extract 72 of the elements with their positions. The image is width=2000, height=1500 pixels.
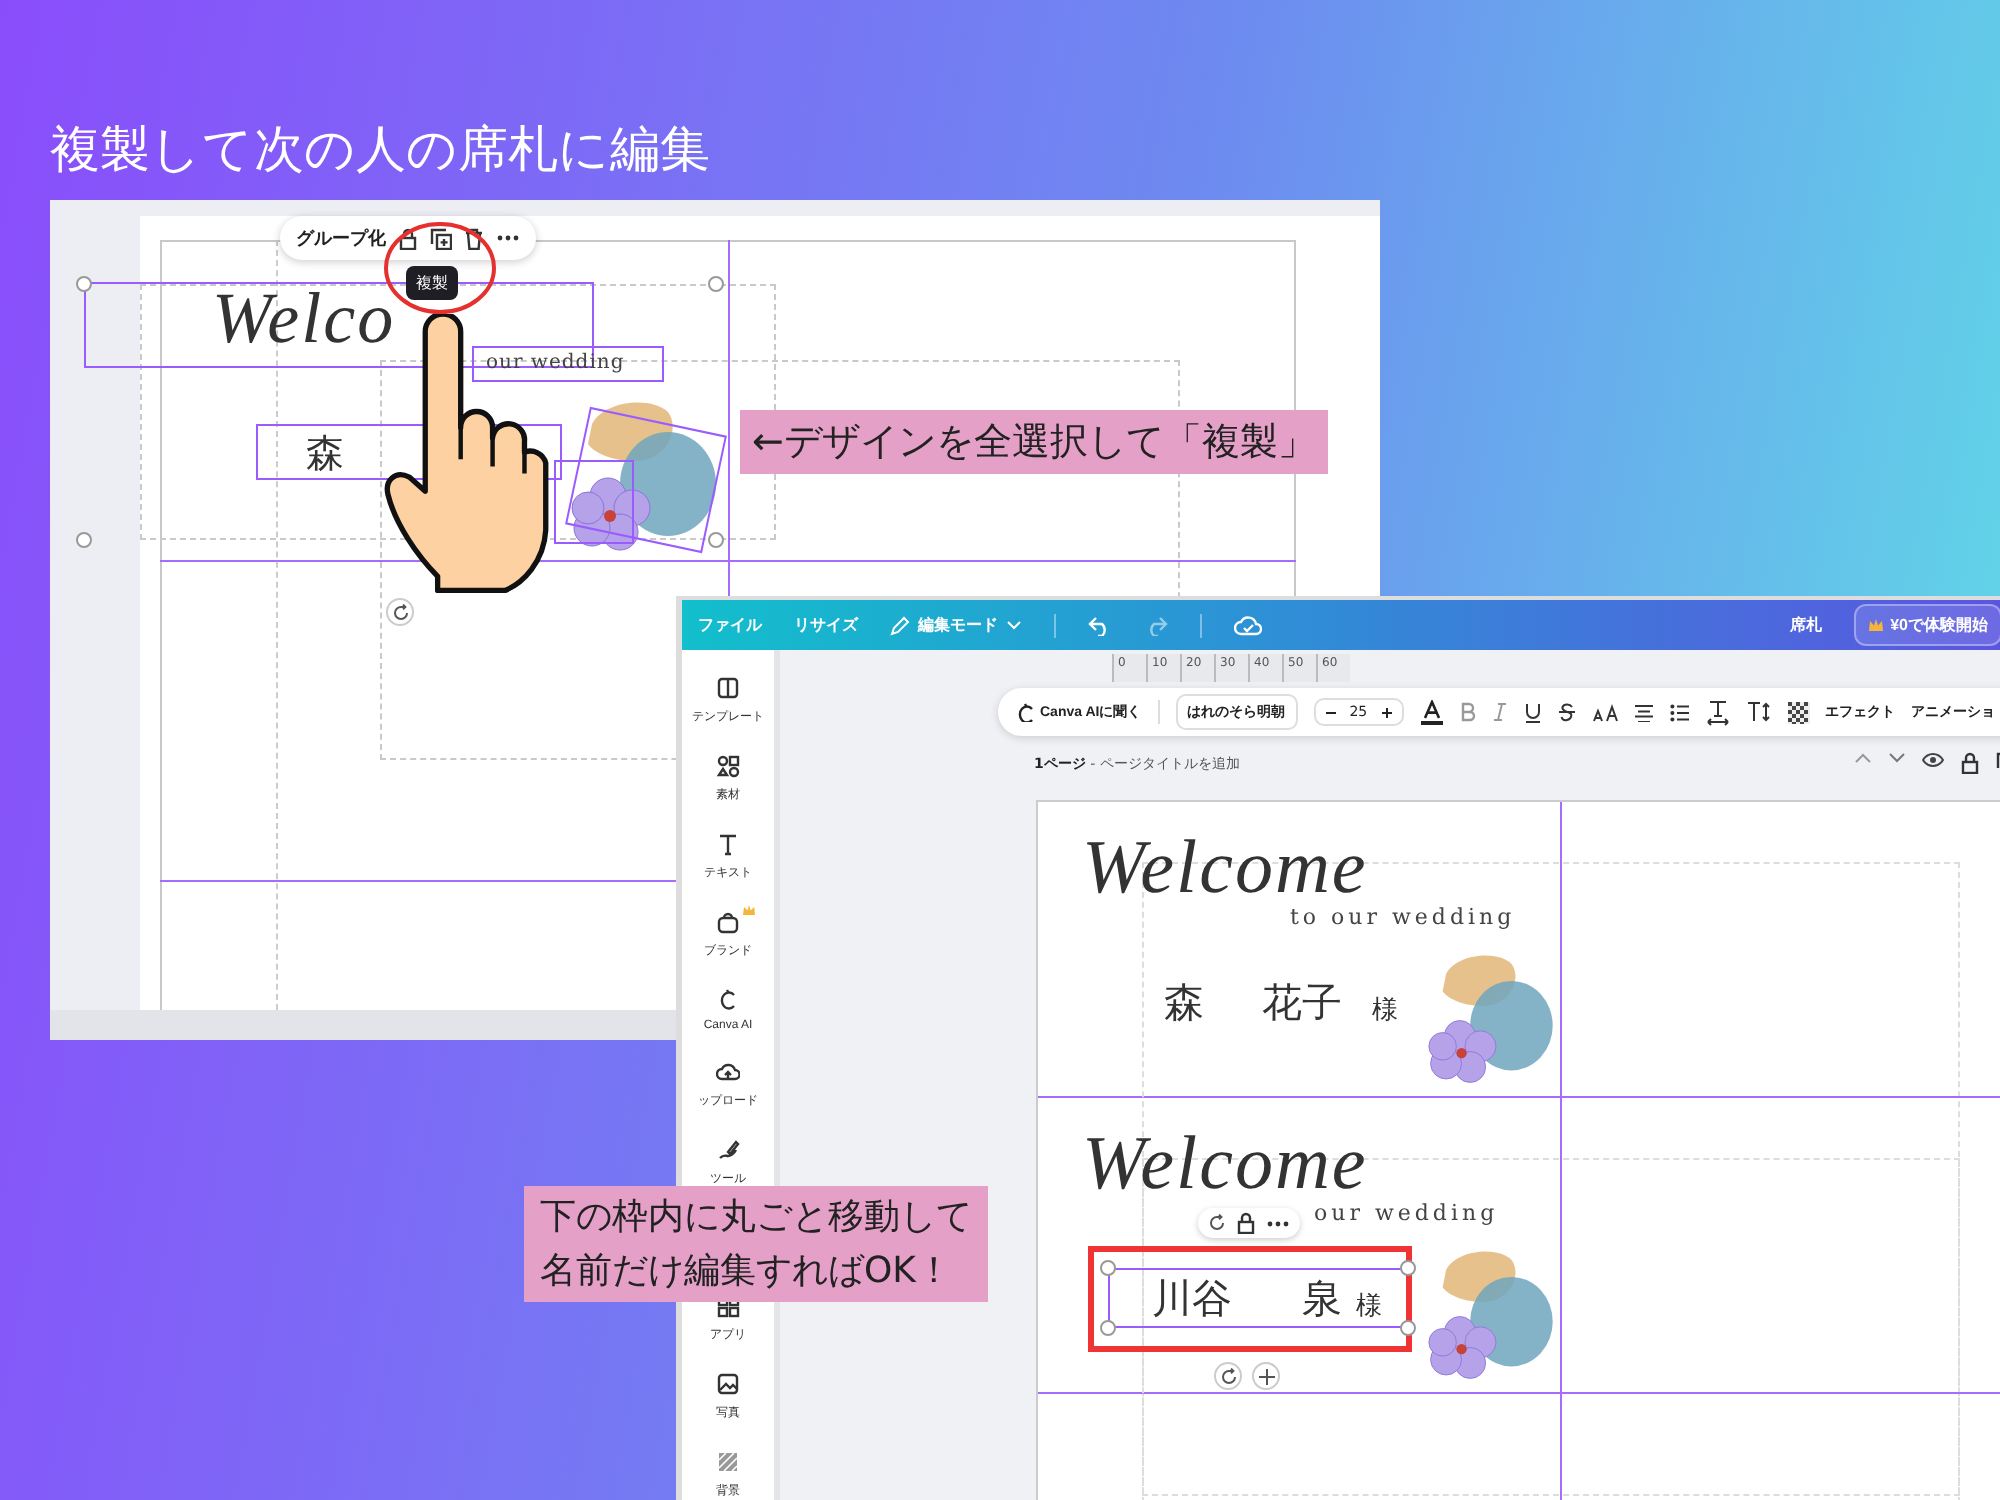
- duplicate-icon[interactable]: [430, 227, 452, 249]
- ai-icon: [1014, 702, 1034, 722]
- strikethrough-icon[interactable]: [1557, 702, 1576, 722]
- transparency-icon[interactable]: [1787, 701, 1810, 723]
- text-icon: [716, 832, 740, 856]
- rotate-icon[interactable]: [391, 603, 409, 621]
- pen-icon: [716, 1138, 740, 1162]
- move-icon[interactable]: [1257, 1367, 1275, 1385]
- document-title: 席札: [1790, 614, 1823, 636]
- guest-given-name: 泉: [1302, 1272, 1342, 1326]
- slide-heading: 複製して次の人の席札に編集: [50, 118, 710, 182]
- text-size-icon[interactable]: [1745, 700, 1772, 724]
- layout-icon: [716, 676, 740, 700]
- spacing-icon[interactable]: [1705, 699, 1730, 725]
- crown-icon: [742, 904, 756, 916]
- bold-icon[interactable]: [1459, 702, 1476, 722]
- pencil-icon: [890, 615, 910, 635]
- resize-handle[interactable]: [1400, 1320, 1416, 1336]
- guest-surname: 森: [1164, 976, 1204, 1030]
- rotate-icon[interactable]: [1219, 1367, 1237, 1385]
- honorific-text: 様: [1356, 1290, 1382, 1324]
- letter-case-icon[interactable]: [1591, 703, 1618, 721]
- cloud-check-icon[interactable]: [1234, 614, 1262, 636]
- guest-name: 森: [306, 430, 344, 480]
- group-button[interactable]: グループ化: [296, 225, 386, 251]
- guest-given-name: 花子: [1262, 976, 1342, 1030]
- instruction-label: ←デザインを全選択して「複製」: [740, 410, 1328, 474]
- undo-icon[interactable]: [1088, 615, 1112, 635]
- resize-handle[interactable]: [1100, 1320, 1116, 1336]
- lock-icon[interactable]: [1236, 1212, 1256, 1234]
- resize-handle[interactable]: [1100, 1260, 1116, 1276]
- bag-icon: [716, 910, 740, 934]
- resize-handle[interactable]: [76, 276, 92, 292]
- resize-handle[interactable]: [708, 276, 724, 292]
- shapes-icon: [716, 754, 740, 778]
- eye-icon[interactable]: [1922, 752, 1944, 768]
- move-button[interactable]: [1252, 1362, 1280, 1390]
- crown-icon: [1868, 618, 1885, 632]
- guest-surname: 川谷: [1152, 1272, 1232, 1326]
- pattern-icon: [716, 1450, 740, 1474]
- chevron-down-icon: [1006, 619, 1022, 631]
- instruction-label: 下の枠内に丸ごと移動して 名前だけ編集すればOK！: [524, 1186, 988, 1302]
- more-icon[interactable]: [496, 234, 520, 242]
- list-icon[interactable]: [1669, 703, 1690, 721]
- trial-button[interactable]: ¥0で体験開始: [1854, 604, 2000, 646]
- resize-handle[interactable]: [1400, 1260, 1416, 1276]
- rotate-button[interactable]: [386, 598, 414, 626]
- underline-icon[interactable]: [1523, 701, 1542, 723]
- italic-icon[interactable]: [1491, 702, 1508, 722]
- ai-icon: [716, 988, 740, 1012]
- lock-icon[interactable]: [398, 227, 418, 249]
- lock-icon[interactable]: [1960, 752, 1980, 774]
- resize-handle[interactable]: [76, 532, 92, 548]
- welcome-script: Welcome: [1082, 830, 1368, 906]
- resize-handle[interactable]: [708, 532, 724, 548]
- tooltip: 複製: [406, 266, 458, 300]
- cloud-upload-icon: [716, 1060, 740, 1084]
- subtitle-text: our wedding: [1314, 1202, 1499, 1224]
- subtitle-text: to our wedding: [1290, 906, 1516, 928]
- more-icon[interactable]: [1266, 1219, 1290, 1227]
- image-icon: [716, 1372, 740, 1396]
- align-center-icon[interactable]: [1633, 703, 1654, 721]
- honorific-text: 様: [1372, 994, 1398, 1028]
- chevron-down-icon[interactable]: [1888, 752, 1906, 764]
- rotate-icon[interactable]: [1208, 1214, 1226, 1232]
- welcome-script: Welcome: [1082, 1126, 1368, 1202]
- plus-icon[interactable]: [1379, 705, 1394, 719]
- name-text-box[interactable]: 森 花子 様: [1108, 972, 1408, 1032]
- welcome-script: Welco: [212, 282, 396, 354]
- rotate-button[interactable]: [1214, 1362, 1242, 1390]
- trash-icon[interactable]: [464, 227, 484, 249]
- text-color-icon[interactable]: [1419, 699, 1444, 725]
